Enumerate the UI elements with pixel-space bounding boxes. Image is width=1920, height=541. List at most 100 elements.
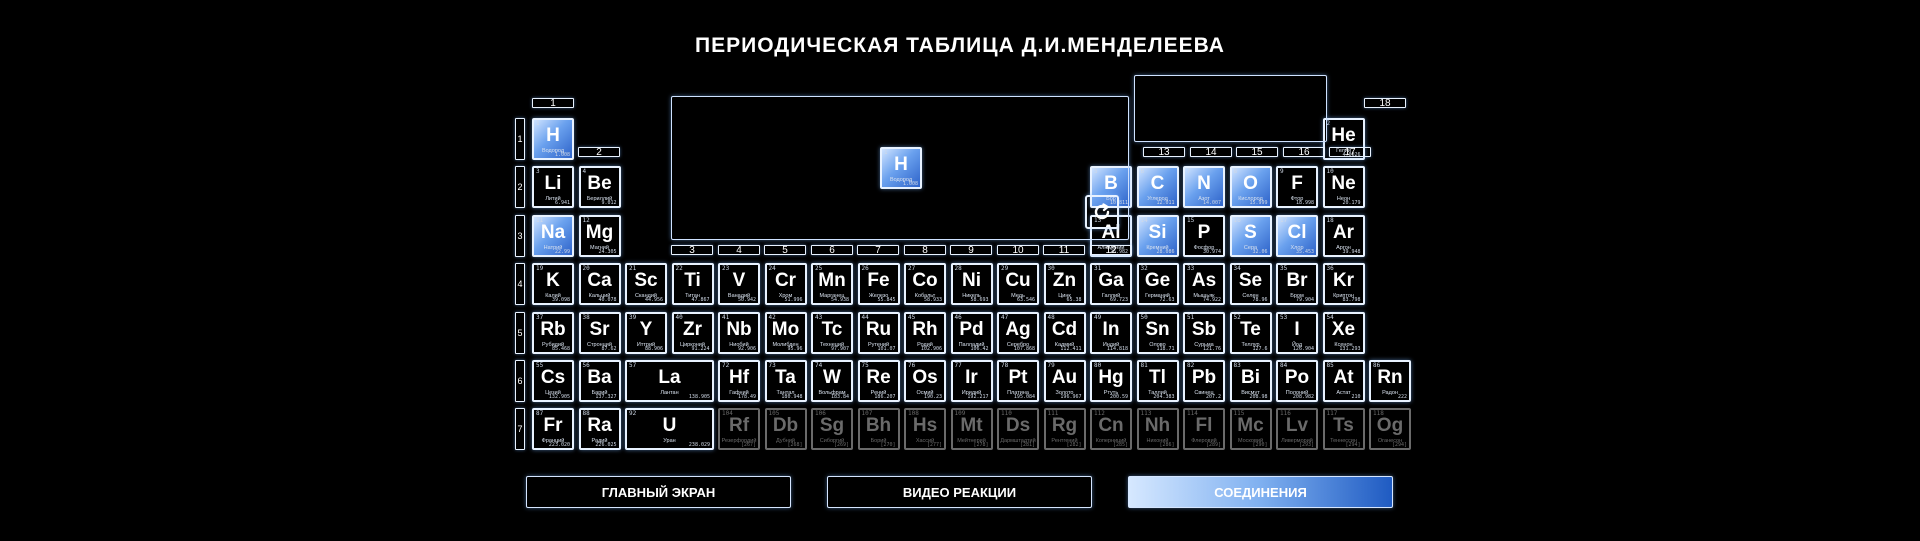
element-cell-Hg[interactable]: 80 Hg Ртуть 200.59	[1090, 360, 1132, 402]
element-cell-Au[interactable]: 79 Au Золото 196.967	[1043, 360, 1086, 402]
element-cell-I[interactable]: 53 I Йод 126.904	[1276, 311, 1318, 354]
element-cell-H[interactable]: 1 H Водород 1.008	[532, 118, 574, 160]
element-cell-W[interactable]: 74 W Вольфрам 183.84	[811, 360, 853, 402]
element-cell-Cs[interactable]: 55 Cs Цезий 132.905	[532, 360, 574, 402]
element-cell-C[interactable]: 6 C Углерод 12.011	[1136, 166, 1179, 209]
element-cell-Se[interactable]: 34 Se Селен 78.96	[1229, 263, 1272, 306]
element-cell-Cn[interactable]: 112 Cn Коперниций [285]	[1090, 408, 1132, 451]
reload-button[interactable]	[1085, 195, 1119, 229]
element-cell-Mo[interactable]: 42 Mo Молибден 95.96	[764, 311, 807, 354]
compounds-button[interactable]: СОЕДИНЕНИЯ	[1128, 476, 1393, 508]
element-cell-Si[interactable]: 14 Si Кремний 28.086	[1136, 214, 1179, 257]
element-cell-Os[interactable]: 76 Os Осмий 190.23	[904, 360, 946, 402]
element-cell-Re[interactable]: 75 Re Рений 186.207	[857, 360, 900, 402]
element-cell-Sb[interactable]: 51 Sb Сурьма 121.76	[1183, 311, 1225, 354]
element-symbol: Sr	[589, 318, 610, 340]
element-symbol: Og	[1376, 415, 1404, 437]
element-cell-Sr[interactable]: 38 Sr Стронций 87.62	[578, 311, 621, 354]
element-cell-F[interactable]: 9 F Фтор 18.998	[1276, 166, 1318, 209]
element-cell-Pt[interactable]: 78 Pt Платина 195.084	[997, 360, 1039, 402]
element-cell-La[interactable]: 57 La Лантан 138.905	[625, 360, 714, 402]
element-cell-Ag[interactable]: 47 Ag Серебро 107.868	[997, 311, 1039, 354]
element-cell-Br[interactable]: 35 Br Бром 79.904	[1276, 263, 1318, 306]
element-cell-Cd[interactable]: 48 Cd Кадмий 112.411	[1043, 311, 1086, 354]
element-cell-Cu[interactable]: 29 Cu Медь 63.546	[997, 263, 1039, 306]
element-cell-Ne[interactable]: 10 Ne Неон 20.179	[1322, 166, 1365, 209]
element-cell-Sc[interactable]: 21 Sc Скандий 44.956	[625, 263, 667, 306]
element-cell-Cl[interactable]: 17 Cl Хлор 35.453	[1276, 214, 1318, 257]
element-cell-Rh[interactable]: 45 Rh Родий 102.906	[904, 311, 946, 354]
period-label-5: 5	[515, 311, 525, 354]
element-cell-Pd[interactable]: 46 Pd Палладий 106.42	[950, 311, 993, 354]
element-cell-O[interactable]: 8 O Кислород 15.999	[1229, 166, 1272, 209]
element-cell-Sn[interactable]: 50 Sn Олово 118.71	[1136, 311, 1179, 354]
element-cell-S[interactable]: 16 S Сера 32.06	[1229, 214, 1272, 257]
element-cell-As[interactable]: 33 As Мышьяк 74.922	[1183, 263, 1225, 306]
element-cell-Ti[interactable]: 22 Ti Титан 47.867	[671, 263, 714, 306]
element-cell-Ge[interactable]: 32 Ge Германий 72.63	[1136, 263, 1179, 306]
element-cell-Ir[interactable]: 77 Ir Иридий 192.217	[950, 360, 993, 402]
element-cell-Rn[interactable]: 86 Rn Радон 222	[1369, 360, 1411, 402]
element-cell-Nb[interactable]: 41 Nb Ниобий 92.906	[718, 311, 760, 354]
element-cell-Tl[interactable]: 81 Tl Таллий 204.383	[1136, 360, 1179, 402]
element-cell-Fl[interactable]: 114 Fl Флеровий [289]	[1183, 408, 1225, 451]
element-cell-Ba[interactable]: 56 Ba Барий 137.327	[578, 360, 621, 402]
element-cell-Y[interactable]: 39 Y Иттрий 88.906	[625, 311, 667, 354]
element-cell-P[interactable]: 15 P Фосфор 30.974	[1183, 214, 1225, 257]
element-cell-Lv[interactable]: 116 Lv Ливерморий [293]	[1276, 408, 1318, 451]
element-cell-Og[interactable]: 118 Og Оганесон [294]	[1369, 408, 1411, 451]
element-symbol: O	[1243, 173, 1258, 195]
element-cell-Pb[interactable]: 82 Pb Свинец 207.2	[1183, 360, 1225, 402]
element-cell-Ta[interactable]: 73 Ta Тантал 180.948	[764, 360, 807, 402]
element-symbol: Hf	[728, 367, 750, 388]
element-cell-Hs[interactable]: 108 Hs Хассий [277]	[904, 408, 946, 451]
element-cell-Ar[interactable]: 18 Ar Аргон 39.948	[1322, 214, 1365, 257]
element-cell-Rb[interactable]: 37 Rb Рубидий 85.468	[532, 311, 574, 354]
element-cell-Li[interactable]: 3 Li Литий 6.941	[532, 166, 574, 209]
element-cell-Ca[interactable]: 20 Ca Кальций 40.078	[578, 263, 621, 306]
element-cell-Zr[interactable]: 40 Zr Цирконий 91.224	[671, 311, 714, 354]
element-cell-Rg[interactable]: 111 Rg Рентгений [282]	[1043, 408, 1086, 451]
element-cell-Cr[interactable]: 24 Cr Хром 51.996	[764, 263, 807, 306]
element-cell-Fe[interactable]: 26 Fe Железо 55.845	[857, 263, 900, 306]
element-cell-Ga[interactable]: 31 Ga Галлий 69.723	[1090, 263, 1132, 306]
group-label-2: 2	[578, 147, 620, 158]
element-cell-V[interactable]: 23 V Ванадий 50.942	[718, 263, 760, 306]
element-cell-Zn[interactable]: 30 Zn Цинк 65.38	[1043, 263, 1086, 306]
element-cell-Mc[interactable]: 115 Mc Московий [290]	[1229, 408, 1272, 451]
element-cell-Be[interactable]: 4 Be Бериллий 9.012	[578, 166, 621, 209]
element-cell-Xe[interactable]: 54 Xe Ксенон 131.293	[1322, 311, 1365, 354]
selected-element-card[interactable]: 1 H Водород 1.008	[880, 147, 922, 189]
element-cell-Db[interactable]: 105 Db Дубний [268]	[764, 408, 807, 451]
element-cell-K[interactable]: 19 K Калий 39.098	[532, 263, 574, 306]
element-cell-Ts[interactable]: 117 Ts Теннессин [294]	[1322, 408, 1365, 451]
element-cell-Po[interactable]: 84 Po Полоний 208.982	[1276, 360, 1318, 402]
element-cell-Co[interactable]: 27 Co Кобальт 58.933	[904, 263, 946, 306]
element-cell-Bh[interactable]: 107 Bh Борий [270]	[857, 408, 900, 451]
element-cell-Ds[interactable]: 110 Ds Дармштадтий [281]	[997, 408, 1039, 451]
element-cell-Nh[interactable]: 113 Nh Нихоний [286]	[1136, 408, 1179, 451]
element-cell-Hf[interactable]: 72 Hf Гафний 178.49	[718, 360, 760, 402]
element-cell-Bi[interactable]: 83 Bi Висмут 208.98	[1229, 360, 1272, 402]
element-cell-Fr[interactable]: 87 Fr Франций 223.020	[532, 408, 574, 451]
element-cell-Tc[interactable]: 43 Tc Технеций 97.907	[811, 311, 853, 354]
element-cell-Ni[interactable]: 28 Ni Никель 58.693	[950, 263, 993, 306]
element-cell-Ru[interactable]: 44 Ru Рутений 101.07	[857, 311, 900, 354]
element-cell-Rf[interactable]: 104 Rf Резерфордий [267]	[718, 408, 760, 451]
element-cell-In[interactable]: 49 In Индий 114.818	[1090, 311, 1132, 354]
element-cell-Ra[interactable]: 88 Ra Радий 226.025	[578, 408, 621, 451]
video-reactions-button[interactable]: ВИДЕО РЕАКЦИИ	[827, 476, 1092, 508]
element-cell-Te[interactable]: 52 Te Теллур 127.6	[1229, 311, 1272, 354]
home-button[interactable]: ГЛАВНЫЙ ЭКРАН	[526, 476, 791, 508]
atomic-mass: 6.941	[554, 200, 570, 207]
element-cell-Mn[interactable]: 25 Mn Марганец 54.938	[811, 263, 853, 306]
element-cell-Sg[interactable]: 106 Sg Сиборгий [269]	[811, 408, 853, 451]
element-cell-Mt[interactable]: 109 Mt Мейтнерий [278]	[950, 408, 993, 451]
element-cell-Na[interactable]: 11 Na Натрий 22.99	[532, 214, 574, 257]
element-cell-At[interactable]: 85 At Астат 210	[1322, 360, 1365, 402]
element-symbol: Ds	[1005, 415, 1031, 437]
element-cell-N[interactable]: 7 N Азот 14.007	[1183, 166, 1225, 209]
element-cell-Kr[interactable]: 36 Kr Криптон 83.798	[1322, 263, 1365, 306]
element-cell-U[interactable]: 92 U Уран 238.029	[625, 408, 714, 451]
element-cell-Mg[interactable]: 12 Mg Магний 24.305	[578, 214, 621, 257]
